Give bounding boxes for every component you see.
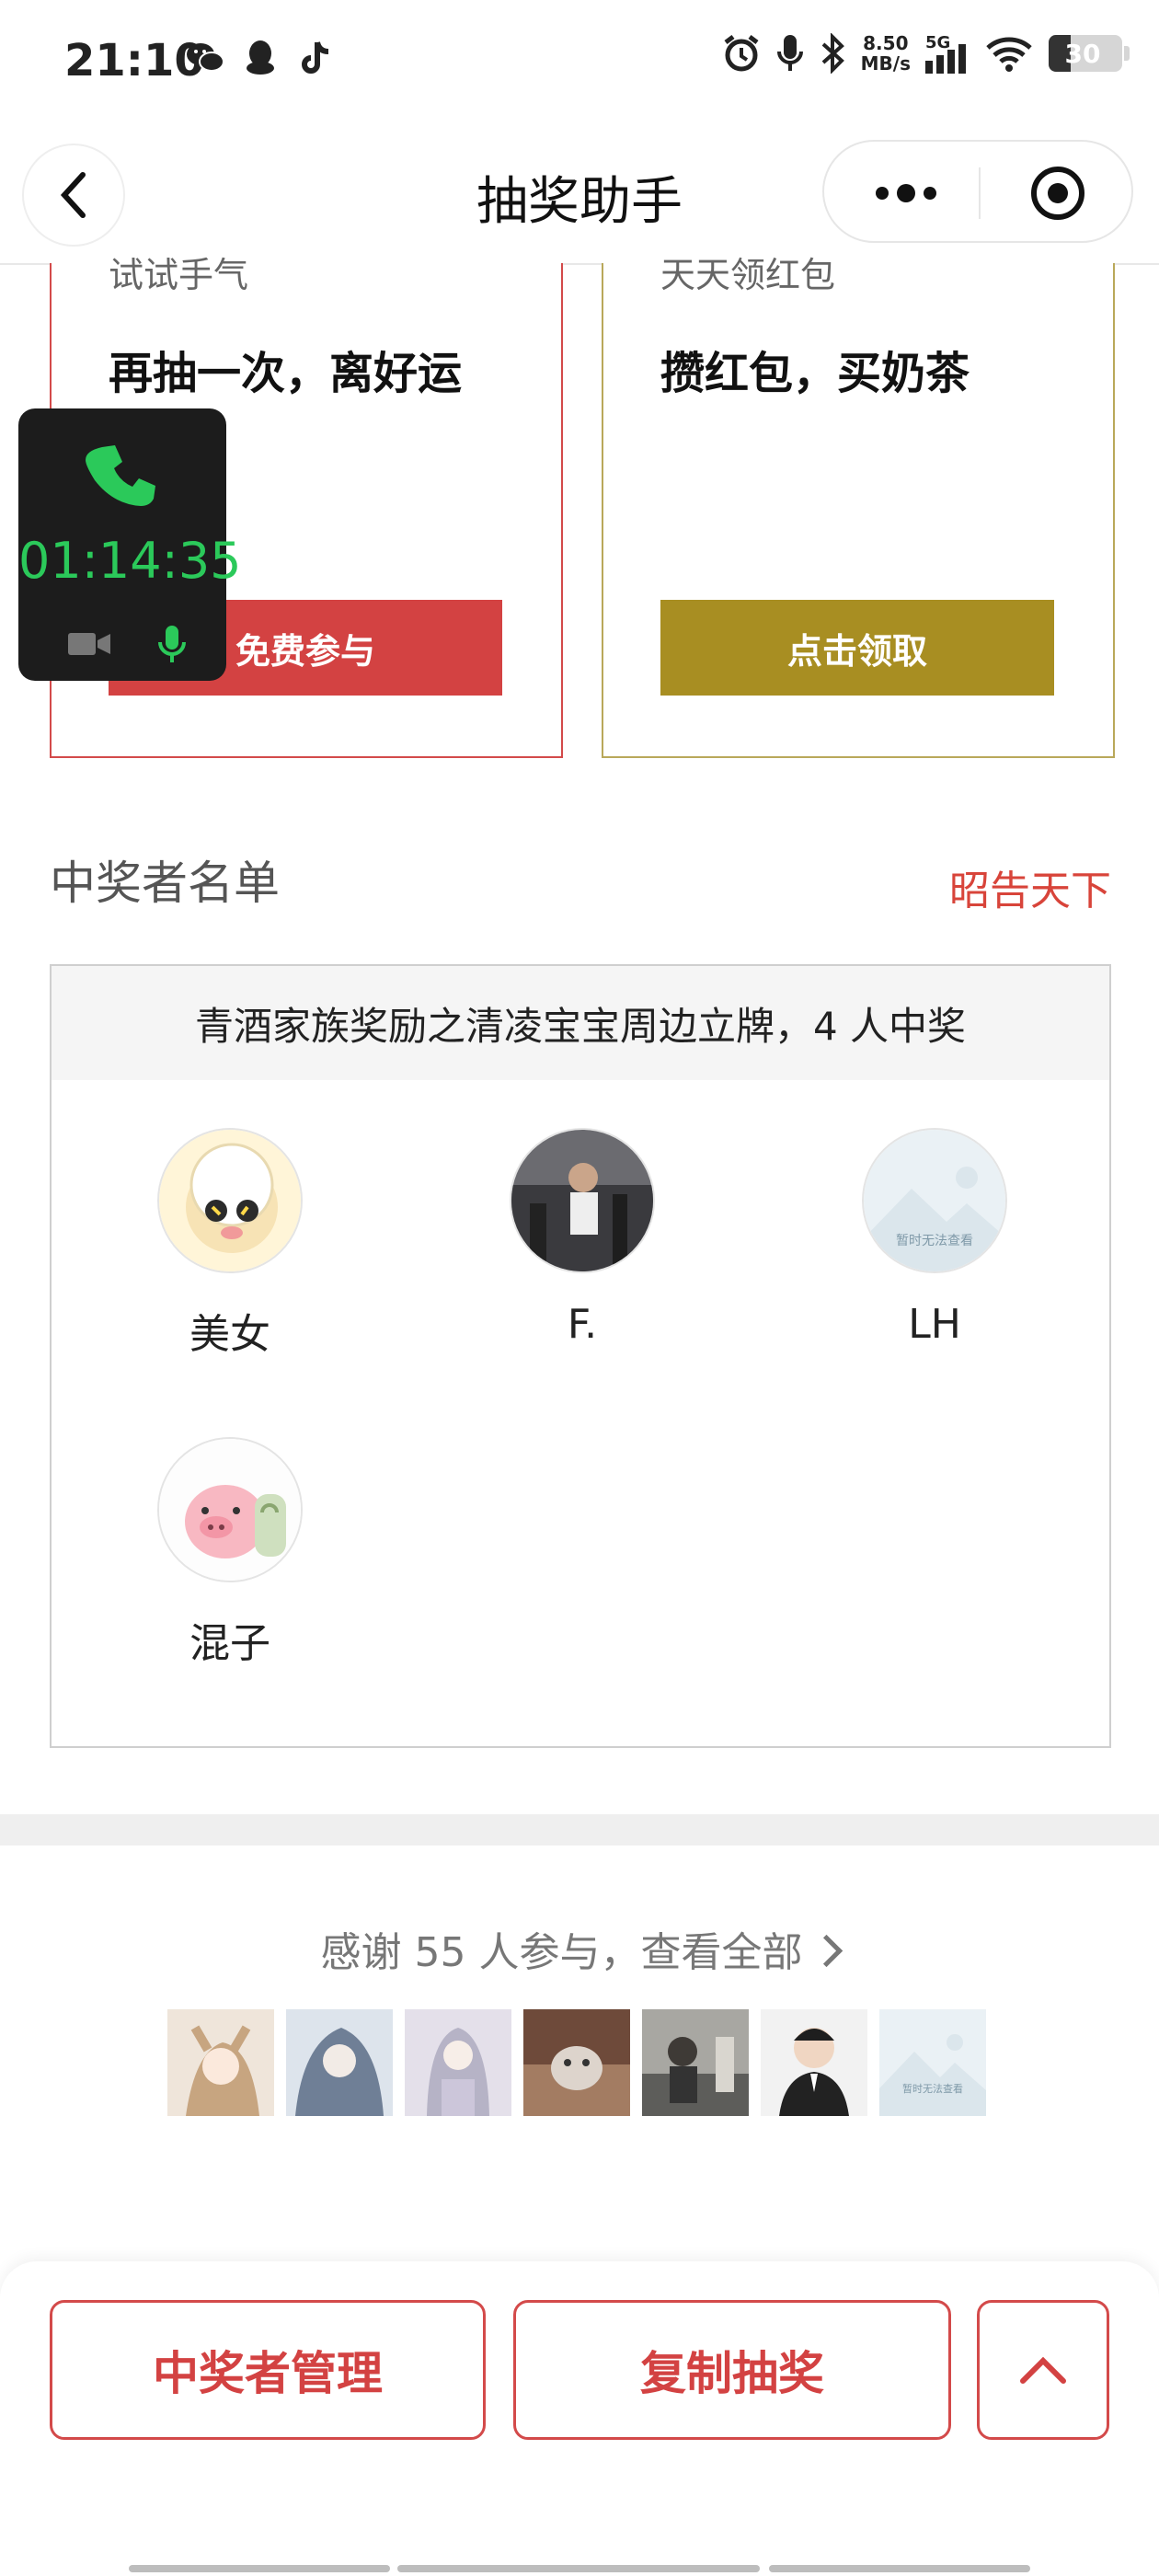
- battery-icon: 30: [1049, 35, 1130, 72]
- target-icon: [1031, 167, 1084, 220]
- participant-thumbnails: 暂时无法查看: [167, 2009, 986, 2116]
- claim-button[interactable]: 点击领取: [660, 600, 1054, 696]
- winner-name: 混子: [189, 1620, 270, 1667]
- winner-name: F.: [567, 1301, 598, 1348]
- card-red-packet: 天天领红包 攒红包，买奶茶 点击领取: [602, 255, 1115, 758]
- manage-winners-button[interactable]: 中奖者管理: [50, 2300, 486, 2440]
- placeholder-caption: 暂时无法查看: [902, 2083, 963, 2095]
- winner-avatar: [157, 1128, 303, 1273]
- scroll-top-button[interactable]: [977, 2300, 1109, 2440]
- copy-lottery-button[interactable]: 复制抽奖: [513, 2300, 951, 2440]
- signal-icon: 5G: [925, 33, 970, 74]
- winner-name: LH: [908, 1301, 961, 1348]
- winner-avatar: [157, 1437, 303, 1582]
- status-app-icons: [184, 37, 337, 79]
- winner-item[interactable]: 美女: [74, 1128, 386, 1360]
- qq-icon: [239, 37, 281, 79]
- card-subtitle: 试试手气: [109, 255, 249, 295]
- section-divider: [0, 1814, 1159, 1846]
- winners-list-box: 青酒家族奖励之清凌宝宝周边立牌，4 人中奖 美女 F. 暂时无法查看 LH 混子: [50, 964, 1111, 1748]
- card-title: 攒红包，买奶茶: [660, 348, 970, 399]
- view-all-participants[interactable]: 感谢 55 人参与，查看全部: [0, 1919, 1159, 1978]
- prize-header: 青酒家族奖励之清凌宝宝周边立牌，4 人中奖: [52, 966, 1109, 1080]
- mini-program-capsule: [822, 140, 1133, 243]
- nav-bar: 抽奖助手: [0, 129, 1159, 265]
- winner-item[interactable]: 暂时无法查看 LH: [778, 1128, 1091, 1348]
- chevron-right-icon: [810, 1934, 843, 1968]
- announce-link[interactable]: 昭告天下: [949, 857, 1111, 916]
- participants-count-text: 感谢 55 人参与，查看全部: [320, 1929, 803, 1976]
- participant-avatar[interactable]: [167, 2009, 274, 2116]
- status-bar: 21:10 8.50 MB/s 5G 30: [0, 0, 1159, 129]
- participant-avatar[interactable]: [642, 2009, 749, 2116]
- winner-item[interactable]: 混子: [74, 1437, 386, 1669]
- winner-name: 美女: [189, 1311, 270, 1358]
- home-indicator: [129, 2565, 390, 2572]
- winner-item[interactable]: F.: [426, 1128, 739, 1348]
- more-dots-icon: [876, 184, 936, 202]
- phone-icon: [18, 440, 226, 513]
- microphone-icon[interactable]: [156, 624, 188, 668]
- participant-avatar[interactable]: [286, 2009, 393, 2116]
- close-miniprogram-button[interactable]: [1021, 167, 1095, 220]
- wifi-icon: [986, 37, 1032, 72]
- tiktok-icon: [294, 37, 337, 79]
- placeholder-image-icon: 暂时无法查看: [862, 1128, 1007, 1273]
- capsule-divider: [979, 167, 981, 219]
- bottom-action-bar: 中奖者管理 复制抽奖: [0, 2261, 1159, 2576]
- call-floating-widget[interactable]: 01:14:35: [18, 408, 242, 681]
- card-title: 再抽一次，离好运: [109, 348, 463, 399]
- back-button[interactable]: [22, 144, 125, 247]
- bluetooth-icon: [821, 33, 844, 74]
- more-button[interactable]: [865, 167, 947, 219]
- network-speed: 8.50 MB/s: [860, 32, 911, 75]
- winners-section-title: 中奖者名单: [50, 857, 280, 910]
- home-indicator: [397, 2565, 760, 2572]
- mic-icon: [776, 35, 803, 71]
- chevron-up-icon: [1020, 2356, 1066, 2384]
- home-indicator: [769, 2565, 1030, 2572]
- video-camera-icon[interactable]: [66, 629, 112, 662]
- call-duration: 01:14:35: [18, 532, 242, 590]
- wechat-icon: [184, 37, 226, 79]
- participant-avatar[interactable]: [523, 2009, 630, 2116]
- card-subtitle: 天天领红包: [660, 255, 836, 295]
- placeholder-image-icon[interactable]: 暂时无法查看: [879, 2009, 986, 2116]
- winner-avatar: [510, 1128, 655, 1273]
- participant-avatar[interactable]: [761, 2009, 867, 2116]
- placeholder-caption: 暂时无法查看: [896, 1234, 973, 1248]
- status-system-icons: 8.50 MB/s 5G 30: [721, 32, 1130, 75]
- alarm-icon: [724, 35, 759, 72]
- back-chevron-icon: [60, 172, 86, 218]
- participant-avatar[interactable]: [405, 2009, 511, 2116]
